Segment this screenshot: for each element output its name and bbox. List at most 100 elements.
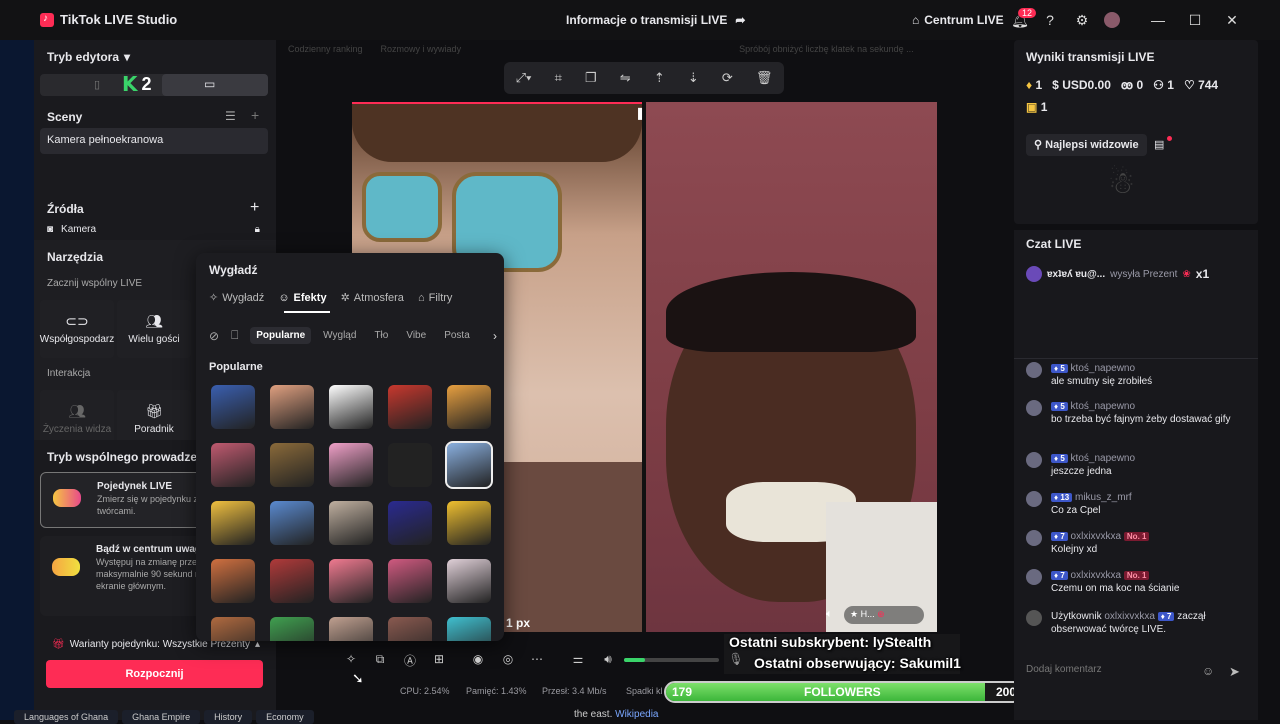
chip-vibe[interactable]: Vibe: [400, 327, 432, 344]
fullscreen-icon[interactable]: ⤢▾: [516, 70, 532, 86]
tag-talks[interactable]: Rozmowy i wywiady: [381, 44, 462, 54]
tab-atmosphere[interactable]: ✲ Atmosfera: [341, 291, 404, 305]
list-icon[interactable]: ☰: [225, 109, 236, 123]
effect-thumbnail[interactable]: [447, 501, 491, 545]
volume-icon[interactable]: 🔈︎: [826, 608, 833, 621]
layer-down-icon[interactable]: ⇣: [688, 70, 699, 86]
effect-thumbnail[interactable]: [270, 385, 314, 429]
effect-thumbnail[interactable]: [270, 443, 314, 487]
mini-control[interactable]: ★ H... ⊕: [844, 606, 924, 624]
source-item[interactable]: ◙ Kamera 🔒︎: [40, 224, 268, 240]
effect-thumbnail[interactable]: [270, 501, 314, 545]
effect-thumbnail[interactable]: [445, 441, 493, 489]
bg-tab[interactable]: Ghana Empire: [122, 710, 201, 724]
landscape-option[interactable]: ▭: [162, 74, 268, 96]
effect-thumbnail[interactable]: [211, 385, 255, 429]
bg-tab[interactable]: Economy: [256, 710, 314, 724]
chat-username[interactable]: ktoś_napewno: [1071, 453, 1136, 464]
maximize-icon[interactable]: ☐: [1185, 10, 1205, 30]
effect-thumbnail[interactable]: [329, 617, 373, 641]
copy-icon[interactable]: ❐: [585, 70, 597, 86]
multi-guest-button[interactable]: 👥︎ Wielu gości: [117, 300, 191, 358]
cohost-button[interactable]: ⊂⊃ Współgospodarz: [40, 300, 114, 358]
camera-switch-icon[interactable]: ◎: [498, 652, 518, 668]
layer-up-icon[interactable]: ⇡: [654, 70, 665, 86]
orientation-toggle[interactable]: ▯ ▭: [40, 74, 268, 96]
chat-username[interactable]: oxlxixvxkxa: [1071, 570, 1122, 581]
portrait-icon[interactable]: ▯: [94, 78, 100, 91]
effect-thumbnail[interactable]: [211, 443, 255, 487]
effect-thumbnail[interactable]: [270, 617, 314, 641]
trash-icon[interactable]: 🗑︎: [756, 70, 773, 86]
effect-thumbnail[interactable]: [211, 617, 255, 641]
list-icon[interactable]: ▤: [1154, 138, 1164, 151]
chat-username[interactable]: ktoś_napewno: [1071, 363, 1136, 374]
effect-thumbnail[interactable]: [447, 617, 491, 641]
add-source-icon[interactable]: +: [250, 199, 259, 217]
ai-icon[interactable]: Ⓐ: [400, 652, 420, 668]
chip-look[interactable]: Wygląd: [317, 327, 362, 344]
bg-tab[interactable]: Languages of Ghana: [14, 710, 119, 724]
add-media-icon[interactable]: ⊞: [429, 652, 449, 668]
chat-username[interactable]: mikus_z_mrf: [1075, 492, 1132, 503]
top-viewers-button[interactable]: ⚲ Najlepsi widzowie: [1026, 134, 1147, 156]
battle-card[interactable]: Pojedynek LIVE Zmierz się w pojedynku z …: [40, 472, 210, 528]
volume-slider[interactable]: [624, 658, 719, 662]
centrum-live-button[interactable]: ⌂ Centrum LIVE: [912, 13, 1004, 27]
gift-user[interactable]: ɐxʇɐʎ ɐu@...: [1047, 269, 1105, 280]
chip-background[interactable]: Tło: [368, 327, 394, 344]
gear-icon[interactable]: ⚙: [1072, 10, 1092, 30]
flip-icon[interactable]: ⇋: [620, 70, 631, 86]
spotlight-card[interactable]: Bądź w centrum uwagi Występuj na zmianę …: [40, 536, 210, 616]
record-icon[interactable]: ◉: [468, 652, 488, 668]
lock-icon[interactable]: 🔒︎: [255, 224, 260, 240]
emoji-icon[interactable]: ☺: [1202, 664, 1214, 678]
rotate-icon[interactable]: ⟳: [722, 70, 733, 86]
send-icon[interactable]: ➤: [1229, 664, 1240, 680]
effect-thumbnail[interactable]: [329, 501, 373, 545]
bookmark-icon[interactable]: ⎕: [231, 328, 238, 343]
tab-effects[interactable]: ☺ Efekty: [278, 291, 326, 304]
scene-item[interactable]: Kamera pełnoekranowa: [40, 128, 268, 154]
add-scene-icon[interactable]: +: [251, 107, 259, 123]
chevron-right-icon[interactable]: ›: [493, 329, 497, 343]
chip-posta[interactable]: Posta: [438, 327, 476, 344]
effect-thumbnail[interactable]: [329, 443, 373, 487]
start-button[interactable]: Rozpocznij: [46, 660, 263, 688]
effect-thumbnail[interactable]: [388, 559, 432, 603]
tag-ranking[interactable]: Codzienny ranking: [288, 44, 363, 54]
chat-username[interactable]: oxlxixvxkxa: [1071, 531, 1122, 542]
avatar[interactable]: [1104, 12, 1120, 28]
wiki-link[interactable]: Wikipedia: [615, 709, 658, 720]
effect-thumbnail[interactable]: [388, 443, 432, 487]
plus-icon[interactable]: ⊕: [877, 609, 885, 619]
chip-popular[interactable]: Popularne: [250, 327, 312, 344]
comment-input[interactable]: Dodaj komentarz: [1026, 664, 1222, 680]
crop-icon[interactable]: ⌗: [555, 70, 562, 86]
effect-thumbnail[interactable]: [211, 559, 255, 603]
effect-thumbnail[interactable]: [447, 385, 491, 429]
transform-icon[interactable]: ⧉: [370, 652, 390, 668]
speaker-icon[interactable]: 🔊︎: [598, 652, 618, 668]
bg-tab[interactable]: History: [204, 710, 253, 724]
help-icon[interactable]: ?: [1040, 10, 1060, 30]
close-icon[interactable]: ✕: [1222, 10, 1242, 30]
none-icon[interactable]: ⊘: [209, 329, 219, 343]
editor-mode-dropdown[interactable]: Tryb edytora ▾: [47, 50, 130, 64]
minimize-icon[interactable]: —: [1148, 10, 1168, 30]
chat-username[interactable]: ktoś_napewno: [1071, 401, 1136, 412]
effect-thumbnail[interactable]: [447, 559, 491, 603]
tab-filters[interactable]: ⌂ Filtry: [418, 291, 452, 304]
tab-smooth[interactable]: ✧ Wygładź: [209, 291, 264, 305]
follow-user[interactable]: oxlxixvxkxa: [1104, 611, 1155, 622]
effect-thumbnail[interactable]: [388, 385, 432, 429]
smooth-wand-icon[interactable]: ✧: [341, 652, 361, 668]
effect-thumbnail[interactable]: [329, 385, 373, 429]
effect-thumbnail[interactable]: [211, 501, 255, 545]
stream-info-button[interactable]: Informacje o transmisji LIVE ➦: [566, 13, 745, 27]
more-icon[interactable]: ⋯: [527, 652, 547, 668]
effect-thumbnail[interactable]: [388, 501, 432, 545]
effect-thumbnail[interactable]: [388, 617, 432, 641]
effect-thumbnail[interactable]: [329, 559, 373, 603]
effect-thumbnail[interactable]: [270, 559, 314, 603]
